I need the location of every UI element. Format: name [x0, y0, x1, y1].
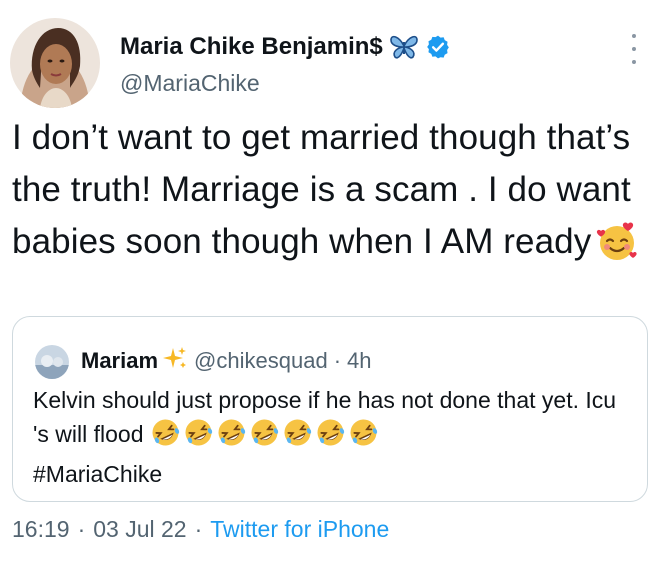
tweet-source-link[interactable]: Twitter for iPhone — [210, 516, 389, 543]
quoted-tweet-header: Mariam @chikesquad · 4h — [81, 343, 372, 379]
tweet-date[interactable]: 03 Jul 22 — [93, 516, 186, 543]
hashtag-link[interactable]: #MariaChike — [33, 461, 162, 487]
quoted-tweet-card[interactable]: Mariam @chikesquad · 4h Kelvin should ju… — [12, 316, 648, 502]
quoted-author-name[interactable]: Mariam — [81, 348, 158, 374]
meta-separator: · — [77, 516, 86, 542]
more-options-icon[interactable] — [628, 34, 640, 64]
rolling-on-floor-laughing-icon — [183, 417, 214, 457]
rolling-on-floor-laughing-icon — [315, 417, 346, 457]
quoted-timestamp[interactable]: 4h — [347, 348, 371, 374]
tweet-text: I don’t want to get married though that’… — [12, 112, 642, 268]
verified-badge-icon — [425, 34, 451, 60]
tweet-time[interactable]: 16:19 — [12, 516, 70, 543]
rolling-on-floor-laughing-icon — [348, 417, 379, 457]
rolling-on-floor-laughing-icon — [282, 417, 313, 457]
rolling-on-floor-laughing-icon — [249, 417, 280, 457]
tweet-meta: 16:19 · 03 Jul 22 · Twitter for iPhone — [12, 516, 389, 543]
laughing-emoji-row — [150, 417, 379, 457]
author-avatar[interactable] — [10, 18, 100, 108]
rolling-on-floor-laughing-icon — [150, 417, 181, 457]
quoted-author-avatar[interactable] — [35, 345, 69, 379]
meta-separator: · — [194, 516, 203, 542]
author-display-name[interactable]: Maria Chike Benjamin$ — [120, 33, 383, 61]
rolling-on-floor-laughing-icon — [216, 417, 247, 457]
author-name-row[interactable]: Maria Chike Benjamin$ — [120, 30, 451, 64]
quoted-author-handle[interactable]: @chikesquad — [194, 348, 328, 374]
sparkles-icon — [162, 345, 188, 377]
tweet-card: Maria Chike Benjamin$ @MariaChike I don’… — [0, 0, 660, 576]
smiling-face-with-hearts-icon — [595, 219, 639, 263]
quoted-tweet-text: Kelvin should just propose if he has not… — [33, 383, 633, 491]
author-handle[interactable]: @MariaChike — [120, 70, 260, 97]
butterfly-icon — [389, 34, 419, 60]
tweet-body-text: I don’t want to get married though that’… — [12, 118, 631, 261]
quoted-separator: · — [333, 348, 342, 373]
